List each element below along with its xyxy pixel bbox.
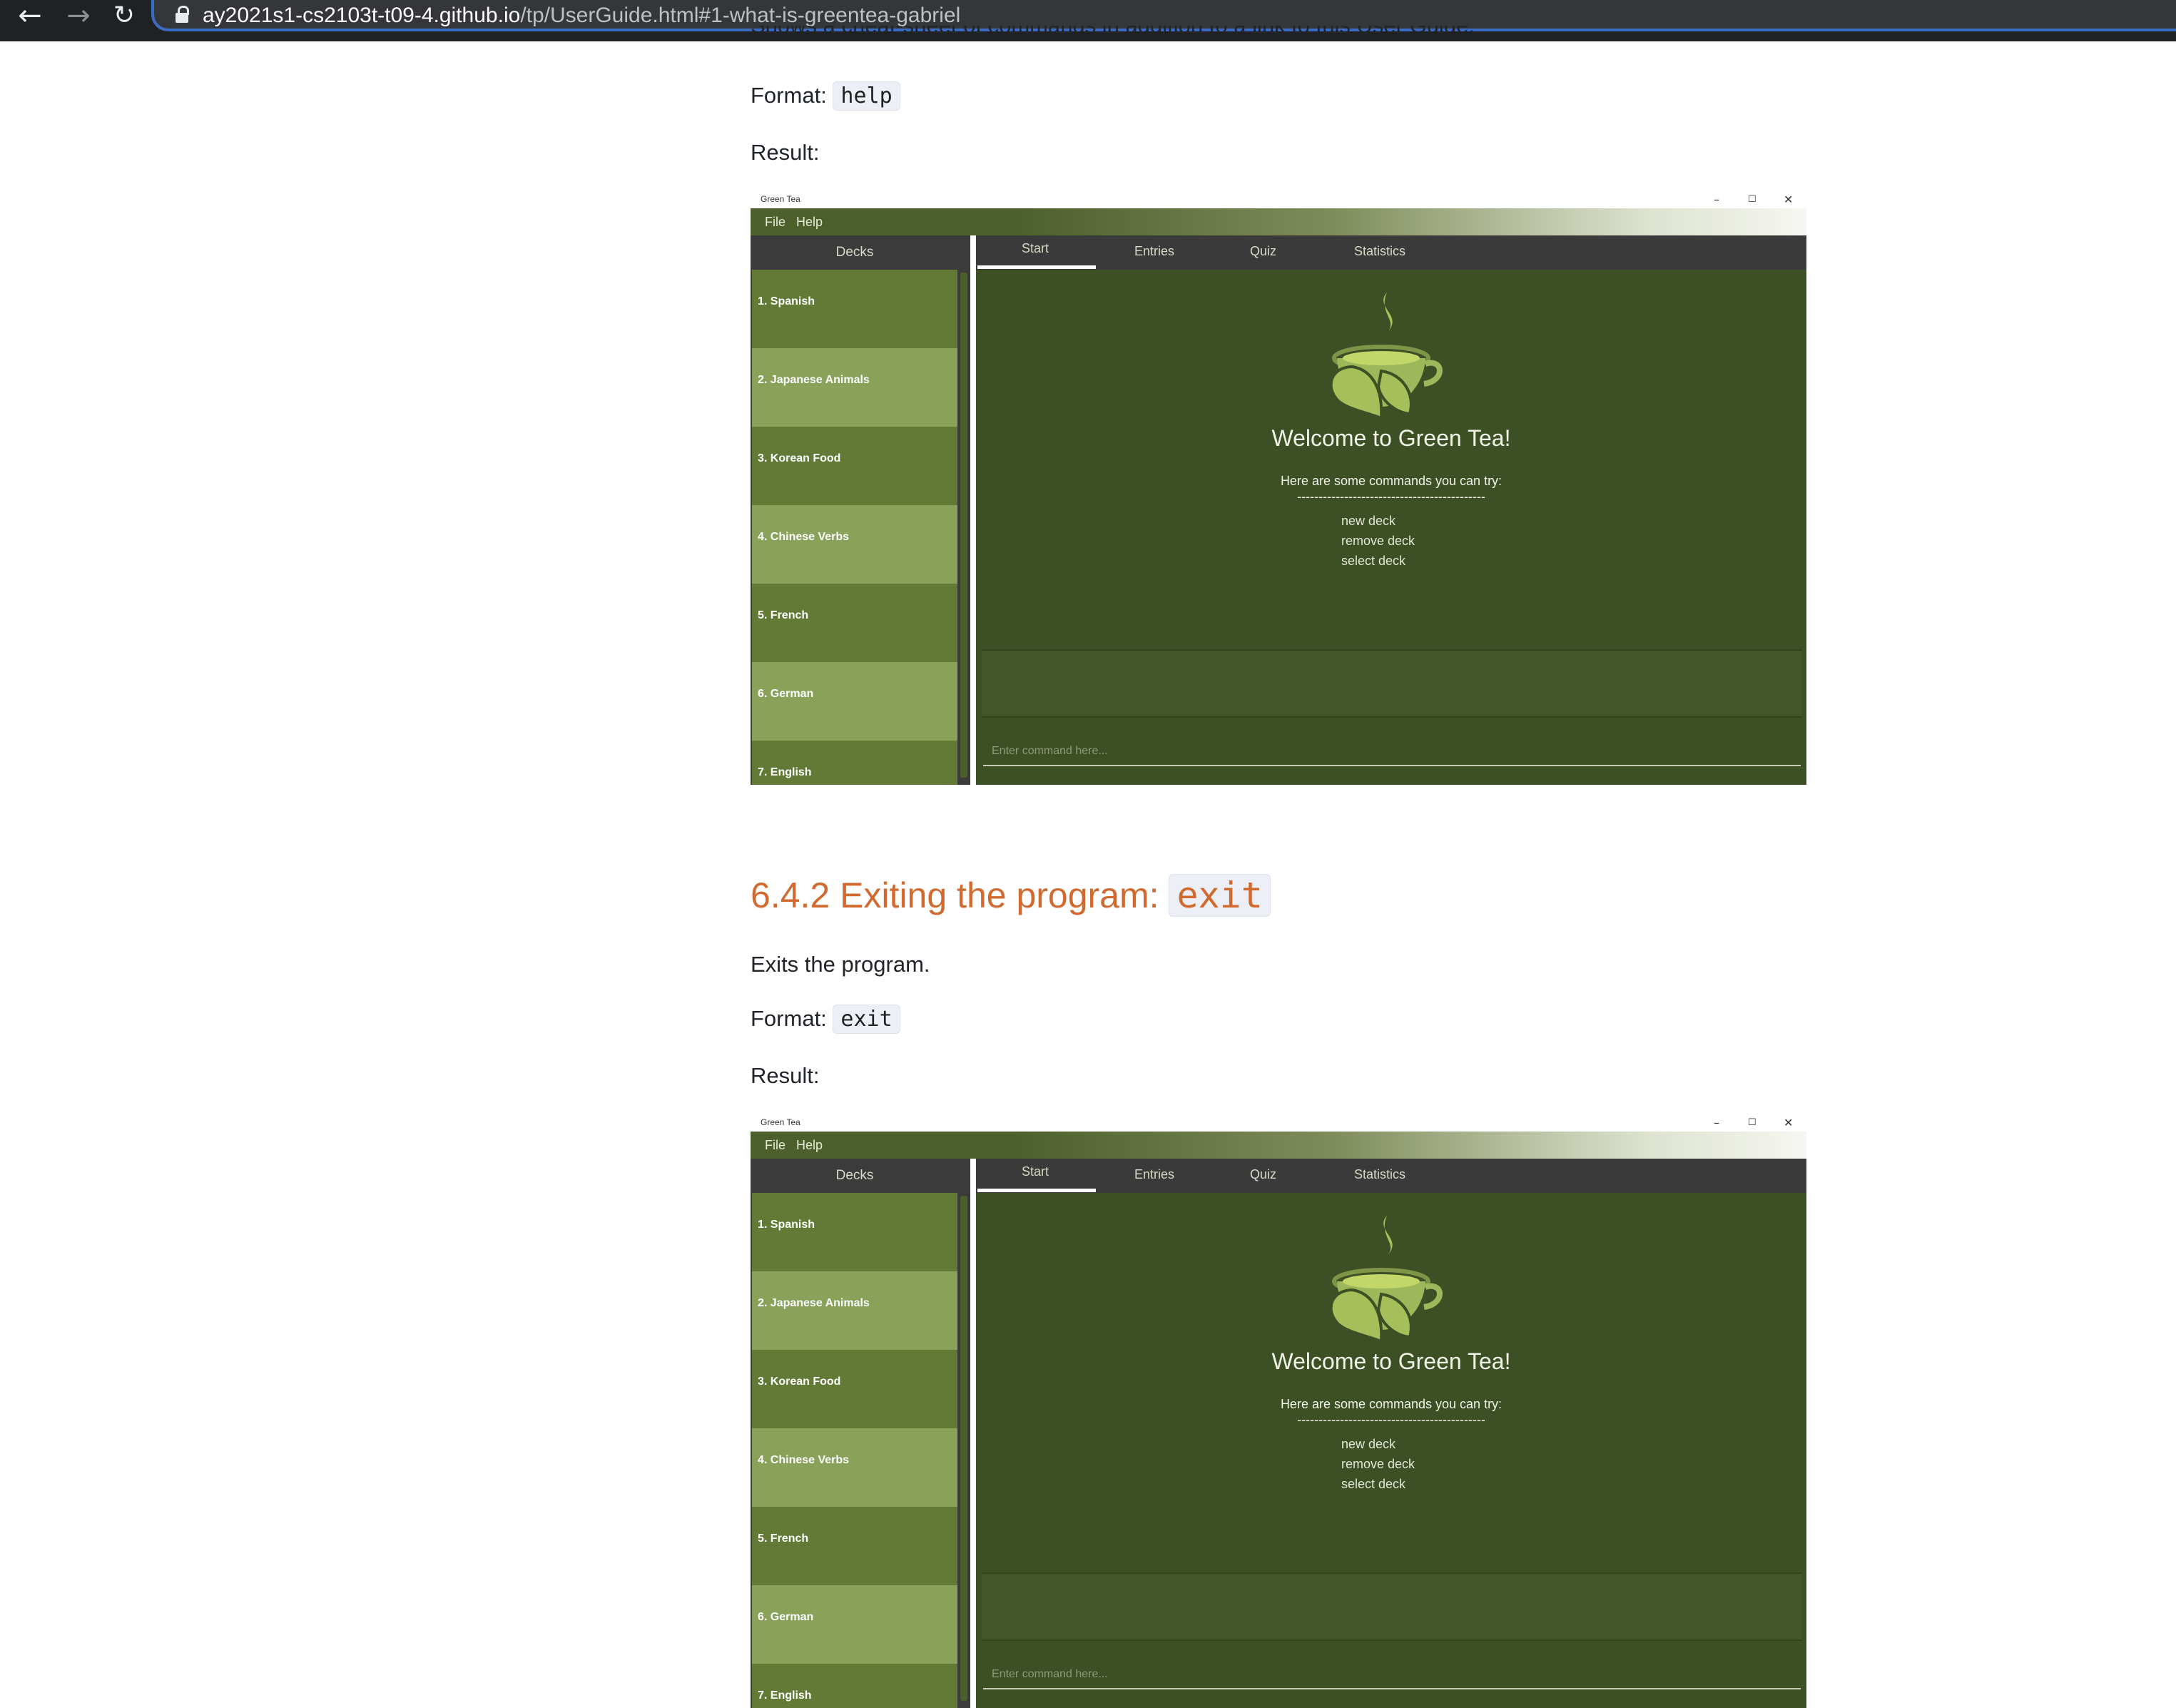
maximize-icon[interactable]: ☐	[1748, 1114, 1756, 1132]
command-hint-new-deck: new deck	[1341, 514, 1396, 528]
active-tab-indicator	[977, 1189, 1096, 1192]
menu-file[interactable]: File	[765, 215, 786, 230]
exit-format-code: exit	[833, 1005, 900, 1034]
result-display	[982, 1572, 1802, 1641]
deck-item-chinese-verbs[interactable]: 4. Chinese Verbs	[752, 505, 957, 584]
exit-heading: 6.4.2 Exiting the program: exit	[751, 874, 1271, 917]
help-result-label: Result:	[751, 140, 820, 165]
tab-start[interactable]: Start	[1022, 241, 1049, 256]
menu-file[interactable]: File	[765, 1138, 786, 1153]
deck-item-english[interactable]: 7. English	[752, 1664, 957, 1708]
arrow-right-icon[interactable]: →	[63, 0, 94, 31]
deck-sidebar: Decks 1. Spanish 2. Japanese Animals 3. …	[751, 1159, 970, 1708]
deck-item-spanish[interactable]: 1. Spanish	[752, 270, 957, 348]
deck-item-german[interactable]: 6. German	[752, 1585, 957, 1664]
command-input[interactable]: Enter command here...	[983, 1662, 1801, 1689]
deck-sidebar: Decks 1. Spanish 2. Japanese Animals 3. …	[751, 235, 970, 785]
welcome-divider: ----------------------------------------…	[1297, 489, 1485, 504]
deck-item-japanese-animals[interactable]: 2. Japanese Animals	[752, 348, 957, 427]
command-hint-select-deck: select deck	[1341, 1477, 1406, 1491]
tab-start[interactable]: Start	[1022, 1164, 1049, 1179]
minimize-icon[interactable]: –	[1714, 1114, 1719, 1132]
tab-entries[interactable]: Entries	[1134, 244, 1174, 259]
command-hint-select-deck: select deck	[1341, 554, 1406, 568]
app-menubar: File Help	[751, 1132, 1806, 1159]
command-input-placeholder: Enter command here...	[992, 745, 1108, 757]
maximize-icon[interactable]: ☐	[1748, 191, 1756, 208]
exit-format-line: Format: exit	[751, 1005, 900, 1034]
command-input[interactable]: Enter command here...	[983, 739, 1801, 766]
welcome-subtitle: Here are some commands you can try:	[1280, 1397, 1503, 1411]
app-menubar: File Help	[751, 208, 1806, 235]
close-icon[interactable]: ✕	[1784, 1114, 1793, 1132]
exit-heading-code: exit	[1169, 874, 1271, 917]
app-screenshot-exit: Green Tea – ☐ ✕ File Help Decks 1. Spani…	[751, 1114, 1806, 1708]
deck-item-korean-food[interactable]: 3. Korean Food	[752, 427, 957, 505]
sidebar-scrollbar[interactable]	[960, 273, 967, 778]
command-hint-remove-deck: remove deck	[1341, 1457, 1415, 1471]
menu-help[interactable]: Help	[796, 1138, 823, 1153]
deck-item-chinese-verbs[interactable]: 4. Chinese Verbs	[752, 1428, 957, 1507]
teacup-logo-icon	[1329, 1216, 1443, 1343]
sidebar-scrollbar[interactable]	[960, 1196, 967, 1701]
command-hint-new-deck: new deck	[1341, 1437, 1396, 1451]
tab-quiz[interactable]: Quiz	[1250, 244, 1276, 259]
app-window-title: Green Tea	[761, 194, 800, 204]
lock-icon	[176, 6, 189, 23]
deck-item-japanese-animals[interactable]: 2. Japanese Animals	[752, 1271, 957, 1350]
result-display	[982, 649, 1802, 718]
deck-item-spanish[interactable]: 1. Spanish	[752, 1193, 957, 1271]
close-icon[interactable]: ✕	[1784, 191, 1793, 208]
app-window-title: Green Tea	[761, 1117, 800, 1127]
command-input-placeholder: Enter command here...	[992, 1668, 1108, 1680]
app-titlebar: Green Tea – ☐ ✕	[751, 191, 1806, 208]
main-panel: Start Entries Quiz Statistics Welcome to…	[976, 1159, 1806, 1708]
sidebar-title: Decks	[751, 1159, 959, 1193]
tab-quiz[interactable]: Quiz	[1250, 1167, 1276, 1182]
minimize-icon[interactable]: –	[1714, 191, 1719, 208]
main-panel: Start Entries Quiz Statistics Welcome to…	[976, 235, 1806, 785]
menu-help[interactable]: Help	[796, 215, 823, 230]
tab-statistics[interactable]: Statistics	[1354, 1167, 1405, 1182]
app-screenshot-help: Green Tea – ☐ ✕ File Help Decks 1. Spani…	[751, 191, 1806, 785]
deck-item-german[interactable]: 6. German	[752, 662, 957, 741]
exit-result-label: Result:	[751, 1063, 820, 1088]
welcome-title: Welcome to Green Tea!	[1271, 1348, 1511, 1374]
deck-item-english[interactable]: 7. English	[752, 741, 957, 785]
sidebar-title: Decks	[751, 235, 959, 270]
help-description: Shows a cheat-sheet of commands in addit…	[751, 26, 1475, 41]
deck-item-korean-food[interactable]: 3. Korean Food	[752, 1350, 957, 1428]
app-titlebar: Green Tea – ☐ ✕	[751, 1114, 1806, 1132]
teacup-logo-icon	[1329, 293, 1443, 420]
deck-item-french[interactable]: 5. French	[752, 584, 957, 662]
tab-bar: Start Entries Quiz Statistics	[976, 1159, 1806, 1193]
welcome-title: Welcome to Green Tea!	[1271, 425, 1511, 451]
command-hint-remove-deck: remove deck	[1341, 534, 1415, 548]
arrow-left-icon[interactable]: ←	[14, 0, 46, 31]
active-tab-indicator	[977, 265, 1096, 269]
deck-item-french[interactable]: 5. French	[752, 1507, 957, 1585]
reload-icon[interactable]: ↻	[108, 0, 140, 31]
help-format-line: Format: help	[751, 81, 900, 111]
tab-entries[interactable]: Entries	[1134, 1167, 1174, 1182]
help-format-code: help	[833, 81, 900, 111]
tab-statistics[interactable]: Statistics	[1354, 244, 1405, 259]
welcome-divider: ----------------------------------------…	[1297, 1413, 1485, 1427]
welcome-subtitle: Here are some commands you can try:	[1280, 474, 1503, 488]
exit-description: Exits the program.	[751, 952, 930, 977]
tab-bar: Start Entries Quiz Statistics	[976, 235, 1806, 270]
